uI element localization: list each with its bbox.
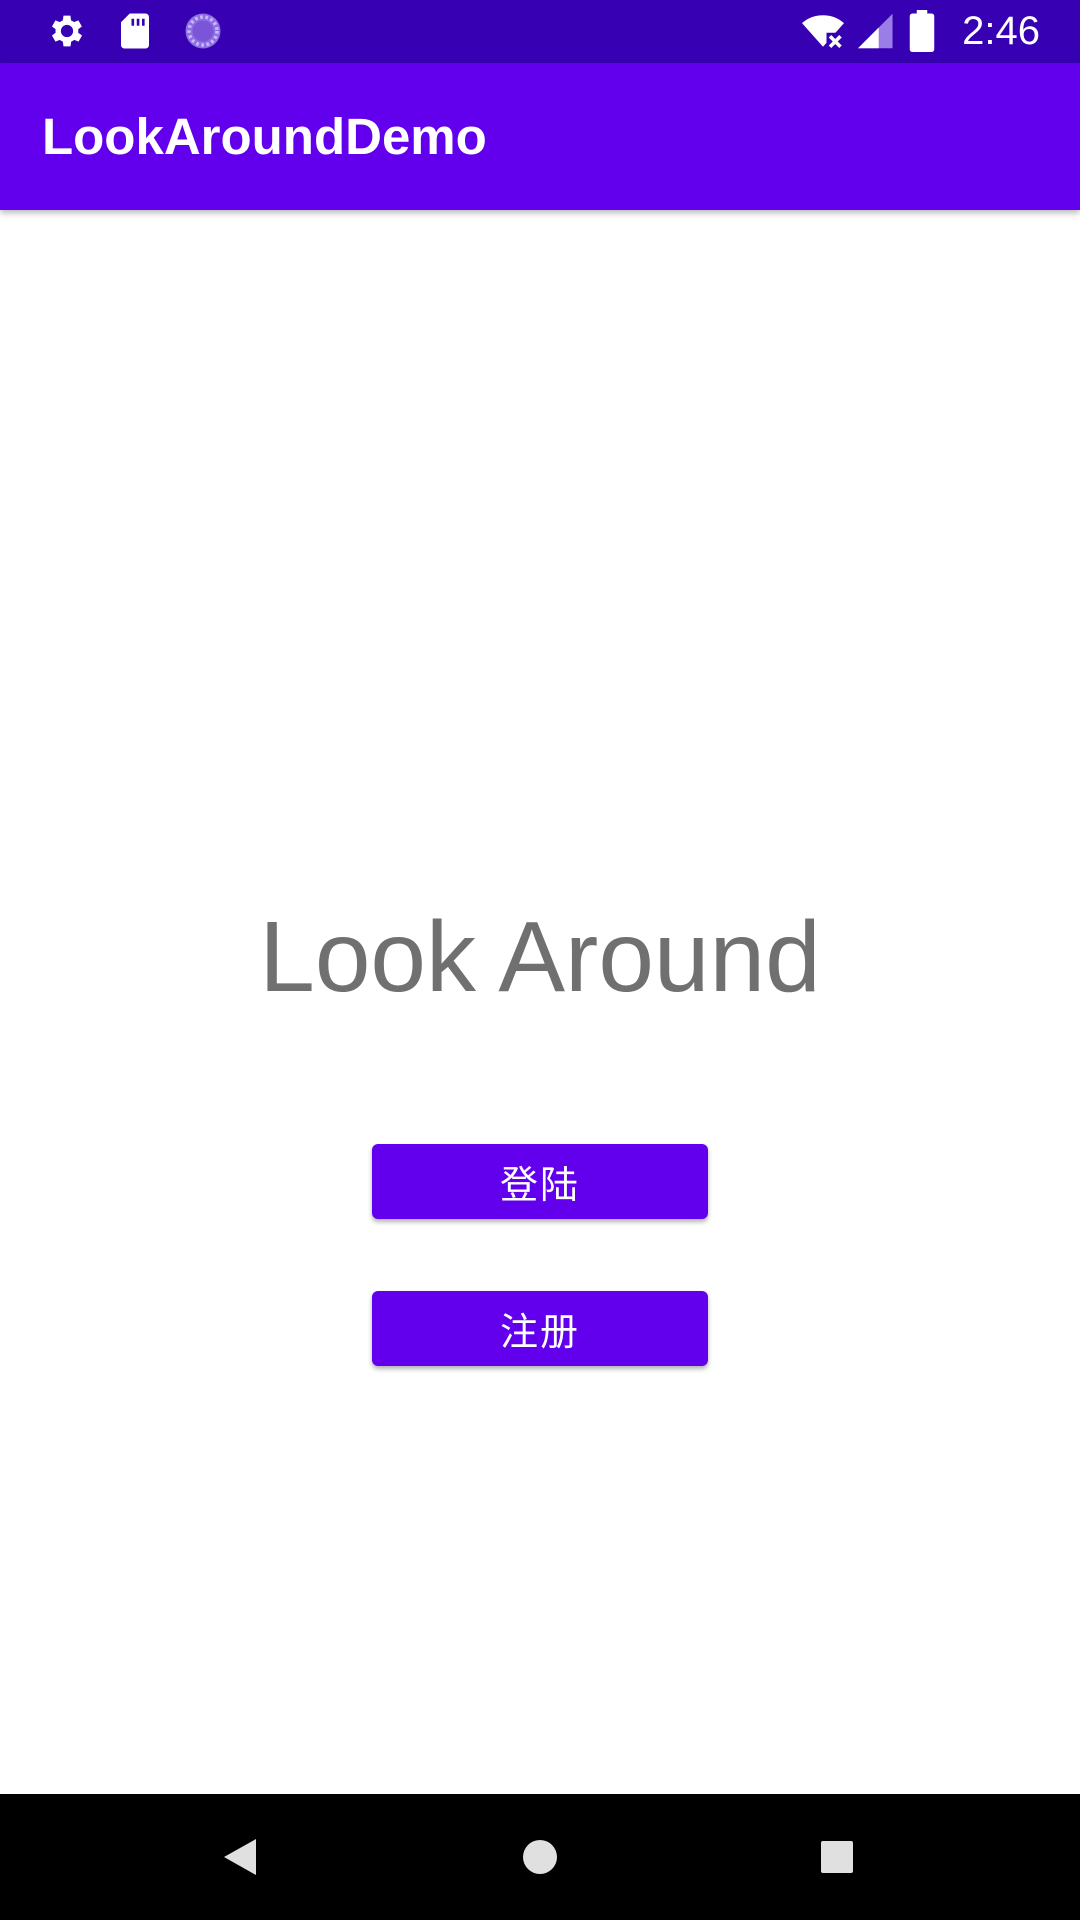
settings-gear-icon	[46, 10, 88, 52]
app-title: LookAroundDemo	[42, 108, 487, 165]
login-button[interactable]: 登陆	[372, 1144, 708, 1219]
navigation-bar	[0, 1794, 1080, 1920]
app-headline: Look Around	[259, 901, 821, 1013]
sd-card-icon	[114, 10, 156, 52]
cell-signal-icon	[858, 10, 896, 52]
app-bar: LookAroundDemo	[0, 63, 1080, 210]
back-icon[interactable]	[207, 1824, 273, 1890]
loading-spinner-icon	[182, 10, 224, 52]
register-button[interactable]: 注册	[372, 1291, 708, 1366]
home-icon[interactable]	[507, 1824, 573, 1890]
battery-icon	[908, 10, 936, 52]
status-bar: 2:46	[0, 0, 1080, 63]
recents-icon[interactable]	[804, 1824, 870, 1890]
status-clock: 2:46	[962, 8, 1040, 53]
status-system-icons: 2:46	[800, 8, 1040, 54]
wifi-off-icon	[800, 10, 846, 52]
status-notification-icons	[46, 10, 224, 52]
